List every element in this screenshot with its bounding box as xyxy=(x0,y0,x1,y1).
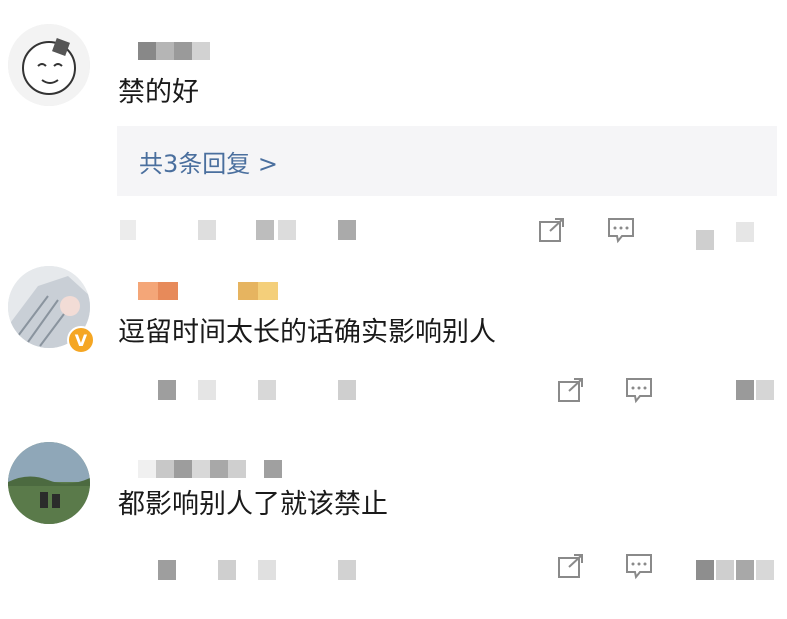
meta-redacted xyxy=(120,220,136,240)
meta-redacted xyxy=(338,560,356,580)
comment-text: 禁的好 xyxy=(118,77,199,108)
meta-redacted xyxy=(256,220,274,240)
comment-icon[interactable] xyxy=(624,376,654,404)
comment-icon[interactable] xyxy=(606,216,636,244)
view-replies-link[interactable]: 共3条回复 > xyxy=(139,144,278,179)
meta-redacted xyxy=(258,560,276,580)
comment-icon[interactable] xyxy=(624,552,654,580)
like-count-redacted[interactable] xyxy=(736,560,754,580)
meta-redacted xyxy=(198,380,216,400)
like-count-redacted[interactable] xyxy=(756,560,774,580)
comment-meta xyxy=(0,370,787,410)
meta-redacted xyxy=(258,380,276,400)
like-count-redacted[interactable] xyxy=(696,230,714,250)
meta-redacted xyxy=(278,220,296,240)
comment-item: V 逗留时间太长的话确实影响别人 xyxy=(0,260,787,430)
share-icon[interactable] xyxy=(556,376,586,404)
username-redacted[interactable] xyxy=(138,42,210,60)
like-count-redacted[interactable] xyxy=(736,222,754,242)
comment-meta xyxy=(0,214,787,254)
meta-redacted xyxy=(338,380,356,400)
meta-redacted xyxy=(218,560,236,580)
like-count-redacted[interactable] xyxy=(716,560,734,580)
avatar[interactable] xyxy=(8,24,90,106)
comment-item: 禁的好 共3条回复 > xyxy=(0,0,787,260)
username-redacted[interactable] xyxy=(138,282,278,300)
share-icon[interactable] xyxy=(537,216,567,244)
comment-text: 都影响别人了就该禁止 xyxy=(118,489,388,520)
meta-redacted xyxy=(158,560,176,580)
like-count-redacted[interactable] xyxy=(736,380,754,400)
comment-meta xyxy=(0,546,787,586)
comment-item: 都影响别人了就该禁止 xyxy=(0,430,787,619)
avatar[interactable] xyxy=(8,442,90,524)
meta-redacted xyxy=(158,380,176,400)
comment-text: 逗留时间太长的话确实影响别人 xyxy=(118,317,496,348)
reply-box[interactable]: 共3条回复 > xyxy=(117,126,777,196)
meta-redacted xyxy=(198,220,216,240)
username-redacted[interactable] xyxy=(138,460,282,478)
like-count-redacted[interactable] xyxy=(696,560,714,580)
like-count-redacted[interactable] xyxy=(756,380,774,400)
meta-redacted xyxy=(338,220,356,240)
verified-badge: V xyxy=(67,326,95,354)
share-icon[interactable] xyxy=(556,552,586,580)
